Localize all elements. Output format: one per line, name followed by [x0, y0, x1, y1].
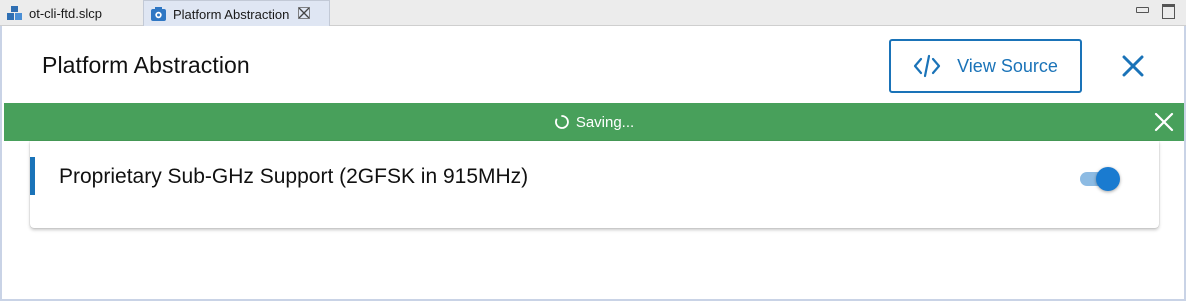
- code-icon: [913, 54, 941, 78]
- spinner-icon: [554, 114, 570, 130]
- card-accent-bar: [30, 157, 35, 195]
- component-enable-toggle[interactable]: [1078, 167, 1120, 191]
- tab-ot-cli-ftd[interactable]: ot-cli-ftd.slcp: [0, 0, 142, 26]
- saving-banner: Saving...: [4, 103, 1184, 141]
- component-title: Proprietary Sub-GHz Support (2GFSK in 91…: [59, 165, 529, 188]
- component-card: Proprietary Sub-GHz Support (2GFSK in 91…: [30, 141, 1159, 228]
- banner-close-icon[interactable]: [1154, 112, 1174, 132]
- editor-content: Platform Abstraction View Source Saving.…: [0, 26, 1186, 301]
- panel-header: Platform Abstraction View Source: [4, 26, 1184, 103]
- project-cubes-icon: [6, 5, 24, 21]
- toggle-thumb: [1096, 167, 1120, 191]
- saving-status-text: Saving...: [575, 113, 635, 131]
- page-title: Platform Abstraction: [42, 52, 250, 78]
- tab-close-icon[interactable]: [298, 7, 311, 21]
- saving-status: Saving...: [554, 114, 634, 131]
- close-icon[interactable]: [1120, 53, 1146, 79]
- minimize-icon[interactable]: [1136, 3, 1149, 15]
- tab-platform-abstraction[interactable]: Platform Abstraction: [143, 0, 330, 27]
- view-source-button[interactable]: View Source: [889, 39, 1082, 93]
- tab-label: ot-cli-ftd.slcp: [29, 5, 102, 21]
- tab-label: Platform Abstraction: [173, 6, 290, 22]
- editor-tab-bar: ot-cli-ftd.slcp Platform Abstraction: [0, 0, 1186, 27]
- component-icon: [150, 6, 168, 22]
- maximize-icon[interactable]: [1162, 3, 1175, 19]
- view-source-label: View Source: [957, 55, 1058, 76]
